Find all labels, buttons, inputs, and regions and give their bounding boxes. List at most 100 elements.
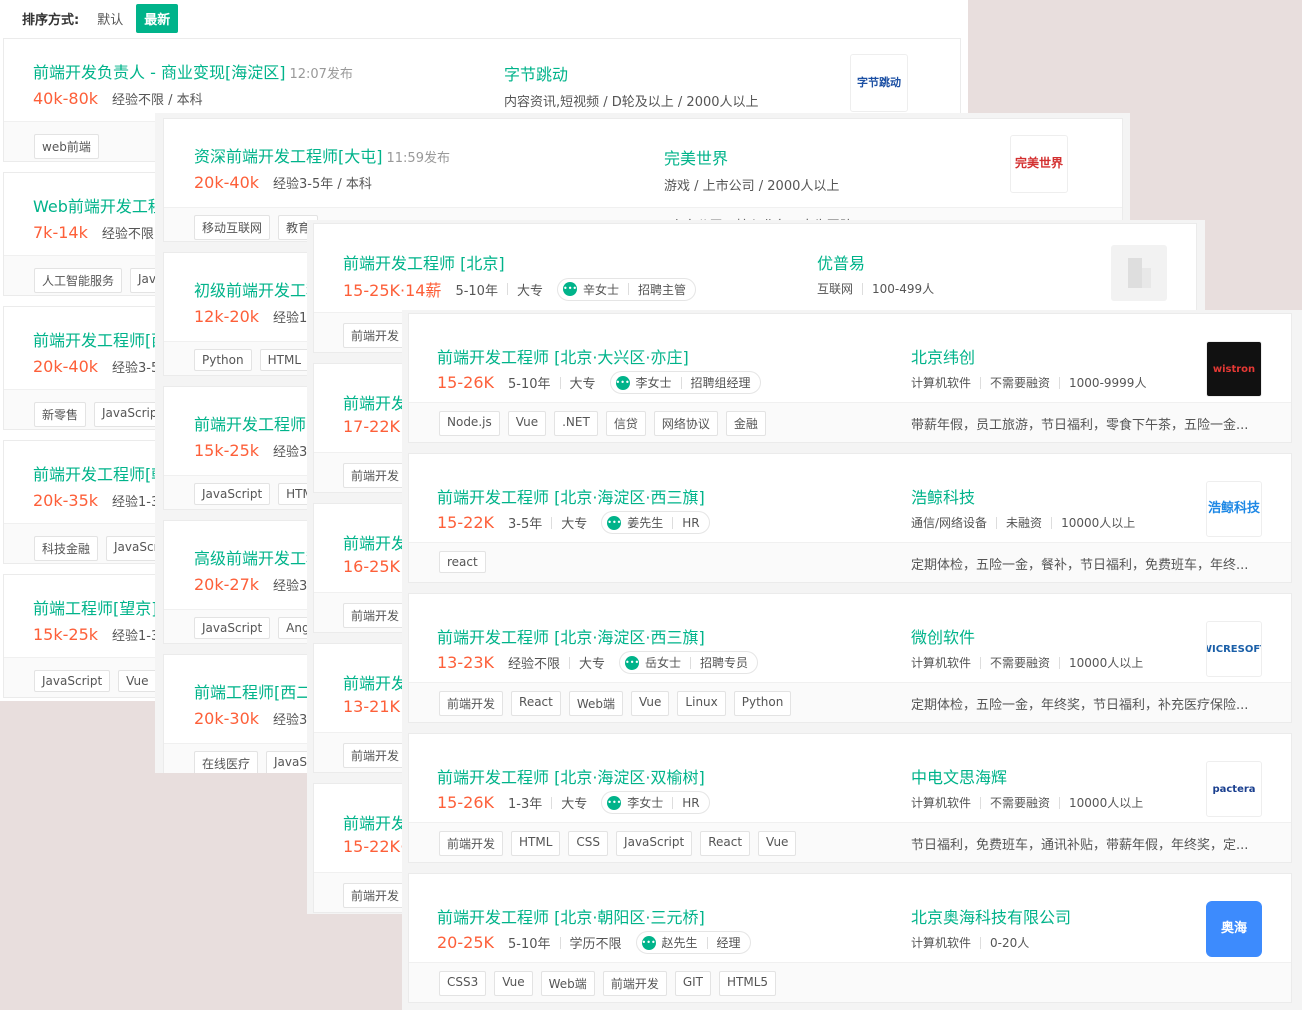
company-name[interactable]: 北京纬创 xyxy=(911,344,975,368)
tag: JavaScript xyxy=(194,617,271,639)
tag: react xyxy=(439,551,486,573)
job-title[interactable]: 前端开发工程师[西 xyxy=(33,327,167,351)
job-meta: 20k-40k 经验3-5年 / 本科 xyxy=(194,173,372,192)
salary: 20k-35k xyxy=(33,491,99,510)
recruiter-name: 姜先生 xyxy=(627,516,664,530)
building-icon[interactable] xyxy=(1111,245,1167,301)
tag: Vue xyxy=(631,691,670,716)
tag: 前端开发 xyxy=(343,463,408,488)
tag: JavaScript xyxy=(616,831,693,856)
company-logo[interactable]: WICRESOFT xyxy=(1206,621,1262,677)
company-name[interactable]: 浩鲸科技 xyxy=(911,484,975,508)
company-industry: 计算机软件 不需要融资 1000-9999人 xyxy=(911,374,1146,391)
job-title-text[interactable]: 前端开发工程师 xyxy=(194,415,306,434)
tag: Vue xyxy=(494,971,533,996)
job-meta: 20k-27k 经验3 xyxy=(194,575,307,594)
job-title[interactable]: 前端开发工程师 xyxy=(194,411,306,435)
job-title[interactable]: 前端工程师[望京] xyxy=(33,595,158,619)
experience: 5-10年 xyxy=(507,937,551,952)
company-logo[interactable]: 浩鲸科技 xyxy=(1206,481,1262,537)
job-meta: 12k-20k 经验1 xyxy=(194,307,307,326)
job-card[interactable]: 前端开发工程师 [北京·朝阳区·三元桥] 20-25K 5-10年 学历不限 ••• 赵先… xyxy=(408,873,1292,1003)
job-title-text[interactable]: 前端开发负责人 - 商业变现[海淀区] xyxy=(33,63,285,82)
job-card[interactable]: 前端开发工程师 [北京·海淀区·西三旗] 13-23K 经验不限 大专 ••• 岳女士 招聘… xyxy=(408,593,1292,723)
job-card-footer: 前端开发 HTML CSS JavaScript React Vue 节日福利，免费班车，通… xyxy=(409,822,1291,862)
job-card[interactable]: 前端开发工程师 [北京·大兴区·亦庄] 15-26K 5-10年 大专 ••• 李女士 招聘… xyxy=(408,313,1292,443)
tag: HTML xyxy=(259,349,310,371)
separator xyxy=(569,656,570,669)
job-meta: 20k-30k 经验3 xyxy=(194,709,307,728)
tag: 新零售 xyxy=(34,402,87,427)
sort-label: 排序方式: xyxy=(22,12,80,28)
separator xyxy=(680,376,682,389)
job-title[interactable]: 前端开发工程师 [北京·朝阳区·三元桥] xyxy=(437,904,705,928)
job-card-footer: Node.js Vue .NET 信贷 网络协议 金融 带薪年假，员工旅游，节日福利，零食下… xyxy=(409,402,1291,442)
experience: 3-5年 xyxy=(507,517,543,532)
publish-time: 12:07发布 xyxy=(289,67,353,82)
separator xyxy=(862,282,864,295)
recruiter-role: 经理 xyxy=(716,936,741,950)
salary: 20k-27k xyxy=(194,575,260,594)
separator xyxy=(672,516,674,529)
job-title[interactable]: 前端开发 xyxy=(343,670,407,694)
job-title[interactable]: 前端开发 xyxy=(343,390,407,414)
job-title[interactable]: 前端开发工程师 [北京·海淀区·西三旗] xyxy=(437,484,705,508)
chat-icon: ••• xyxy=(607,795,621,810)
sort-default-option[interactable]: 默认 xyxy=(97,9,123,28)
job-title-text[interactable]: 前端工程师[望京] xyxy=(33,599,158,618)
job-card[interactable]: 前端开发工程师 [北京·海淀区·西三旗] 15-22K 3-5年 大专 ••• 姜先生 HR… xyxy=(408,453,1292,583)
salary: 20k-40k xyxy=(33,357,99,376)
separator xyxy=(1059,656,1061,669)
job-title[interactable]: 前端开发工程师 [北京] xyxy=(343,250,505,274)
separator xyxy=(690,656,692,669)
tag: HTML xyxy=(511,831,561,856)
job-title[interactable]: 前端开发工程师 [北京·海淀区·双榆树] xyxy=(437,764,705,788)
salary: 7k-14k xyxy=(33,223,88,242)
salary: 20k-40k xyxy=(194,173,260,192)
recruiter-role: 招聘专员 xyxy=(700,656,749,670)
industry-item: 计算机软件 xyxy=(911,936,972,950)
company-logo[interactable]: 字节跳动 xyxy=(850,54,908,112)
job-meta: 15-26K 1-3年 大专 ••• 李女士 HR xyxy=(437,791,710,814)
chat-icon: ••• xyxy=(625,655,639,670)
tag: 前端开发 xyxy=(439,831,504,856)
recruiter-role: 招聘组经理 xyxy=(690,376,751,390)
job-title[interactable]: 前端开发工程师[朝 xyxy=(33,461,167,485)
job-title-text[interactable]: 前端开发工程师[朝 xyxy=(33,465,167,484)
company-name[interactable]: 完美世界 xyxy=(664,145,728,169)
tag: 前端开发 xyxy=(343,743,408,768)
job-title[interactable]: 前端开发 xyxy=(343,810,407,834)
salary: 17-22K xyxy=(343,417,400,436)
job-title[interactable]: 前端开发工程师 [北京·海淀区·西三旗] xyxy=(437,624,705,648)
company-name[interactable]: 北京奥海科技有限公司 xyxy=(911,904,1071,928)
job-title[interactable]: 前端开发 xyxy=(343,530,407,554)
salary: 15k-25k xyxy=(194,441,260,460)
company-logo[interactable]: wistron xyxy=(1206,341,1262,397)
education: 大专 xyxy=(579,657,606,672)
company-name[interactable]: 微创软件 xyxy=(911,624,975,648)
tag: HTML5 xyxy=(719,971,777,996)
company-logo[interactable]: 奥海 xyxy=(1206,901,1262,957)
education: 学历不限 xyxy=(569,937,622,952)
job-title[interactable]: 资深前端开发工程师[大屯] 11:59发布 xyxy=(194,143,450,167)
tag: 前端开发 xyxy=(343,323,408,348)
job-title[interactable]: 前端开发负责人 - 商业变现[海淀区] 12:07发布 xyxy=(33,59,353,83)
job-title-text[interactable]: 资深前端开发工程师[大屯] xyxy=(194,147,383,166)
job-title[interactable]: 前端开发工程师 [北京·大兴区·亦庄] xyxy=(437,344,689,368)
chat-icon: ••• xyxy=(641,935,656,950)
job-card[interactable]: 前端开发工程师 [北京·海淀区·双榆树] 15-26K 1-3年 大专 ••• 李女士 HR… xyxy=(408,733,1292,863)
company-logo[interactable]: 完美世界 xyxy=(1010,135,1068,193)
company-logo[interactable]: pactera xyxy=(1206,761,1262,817)
company-name[interactable]: 优普易 xyxy=(817,250,865,274)
separator xyxy=(996,516,998,529)
job-meta: 15k-25k 经验3 xyxy=(194,441,307,460)
experience: 1-3年 xyxy=(507,797,543,812)
sort-newest-option[interactable]: 最新 xyxy=(136,3,179,33)
company-name[interactable]: 字节跳动 xyxy=(504,61,568,85)
job-title-text[interactable]: 前端开发工程师[西 xyxy=(33,331,167,350)
industry-item: 计算机软件 xyxy=(911,376,972,390)
tag: 前端开发 xyxy=(602,971,667,996)
company-name[interactable]: 中电文思海辉 xyxy=(911,764,1007,788)
experience: 5-10年 xyxy=(507,377,551,392)
salary: 15-26K xyxy=(437,793,494,812)
